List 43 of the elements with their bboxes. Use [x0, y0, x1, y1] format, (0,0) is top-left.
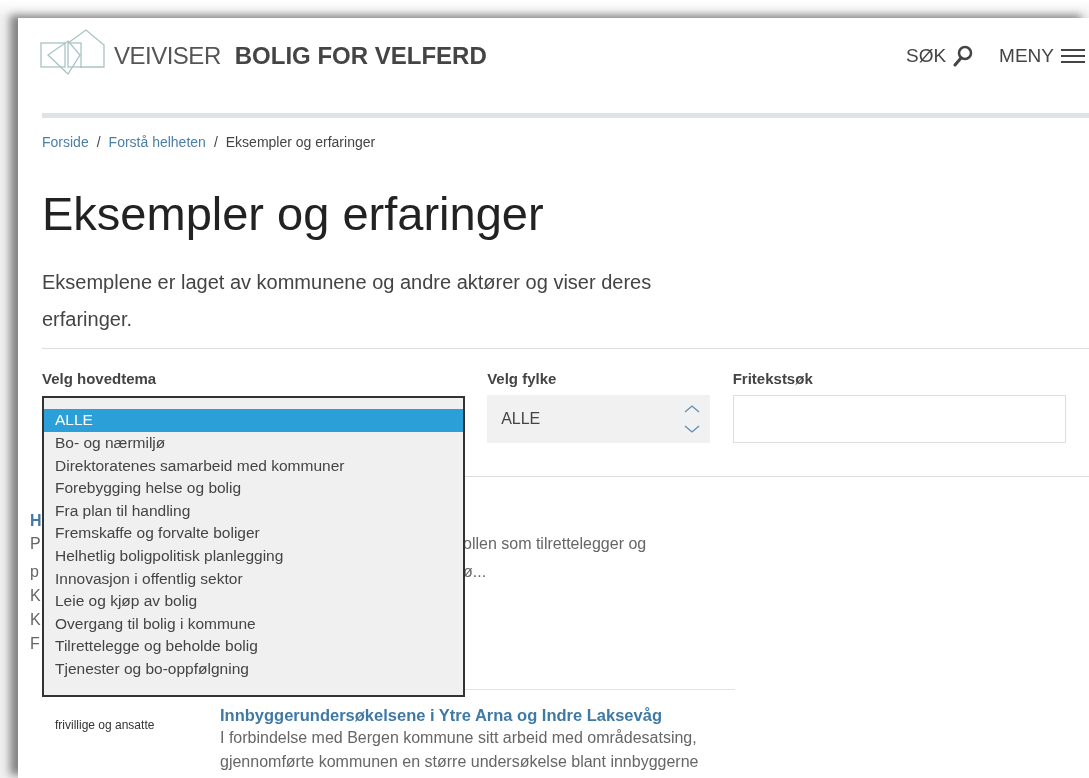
search-icon: [953, 45, 974, 67]
dropdown-option[interactable]: Tjenester og bo-oppfølgning: [44, 657, 463, 681]
result-title-link[interactable]: H: [30, 510, 42, 533]
page-title: Eksempler og erfaringer: [42, 186, 545, 242]
search-button[interactable]: SØK: [905, 45, 974, 67]
menu-icon: [1061, 48, 1085, 64]
dropdown-option[interactable]: Tilrettelegge og beholde bolig: [44, 635, 463, 658]
filter-label: Fritekstsøk: [732, 370, 814, 390]
site-title: BOLIG FOR VELFERD: [234, 42, 487, 70]
dropdown-option[interactable]: Bo- og nærmiljø: [44, 432, 463, 455]
site-name: VEIVISER: [114, 42, 221, 70]
result-text: F: [30, 635, 40, 653]
breadcrumb-link[interactable]: Forside: [42, 134, 89, 150]
filter-label: Velg hovedtema: [42, 370, 158, 390]
up-down-chevron-icon: [683, 404, 700, 435]
dropdown-option[interactable]: Overgang til bolig i kommune: [44, 612, 463, 636]
county-select[interactable]: ALLE: [487, 395, 710, 444]
filter-label: Velg fylke: [487, 370, 558, 390]
menu-button[interactable]: MENY: [999, 45, 1085, 67]
intro-text: Eksemplene er laget av kommunene og andre aktører og viser deres erfaringer.: [42, 270, 653, 333]
result-text: p: [30, 563, 39, 581]
breadcrumb-current: Eksempler og erfaringer: [225, 134, 376, 150]
dropdown-option[interactable]: Fra plan til handling: [44, 499, 463, 523]
image-caption: frivillige og ansatte: [54, 717, 156, 733]
breadcrumb-separator: /: [213, 134, 218, 150]
result-text: ollen som tilrettelegger og: [463, 534, 647, 555]
search-field[interactable]: [732, 395, 1066, 444]
dropdown-option[interactable]: Innovasjon i offentlig sektor: [44, 567, 463, 591]
breadcrumb-separator: /: [96, 134, 101, 150]
result-text: gjennomførte kommunen en større undersøkelse blant innbyggerne: [220, 752, 699, 773]
dropdown-option[interactable]: Leie og kjøp av bolig: [44, 590, 463, 613]
breadcrumb-link[interactable]: Forstå helheten: [108, 134, 206, 150]
dropdown-option[interactable]: Helhetlig boligpolitisk planlegging: [44, 544, 463, 568]
result-title-link[interactable]: Innbyggerundersøkelsene i Ytre Arna og Indre Laksevåg: [220, 704, 662, 727]
result-text: I forbindelse med Bergen kommune sitt arbeid med områdesatsing,: [220, 728, 697, 749]
result-text: K: [30, 611, 41, 629]
dropdown-option[interactable]: Forebygging helse og bolig: [44, 477, 463, 500]
logo-icon: [40, 29, 106, 75]
topic-dropdown-list[interactable]: [42, 396, 465, 697]
dropdown-option[interactable]: Fremskaffe og forvalte boliger: [44, 522, 463, 545]
result-text: P: [30, 535, 41, 553]
result-text: K: [30, 587, 41, 605]
dropdown-option[interactable]: Direktoratenes samarbeid med kommuner: [44, 454, 463, 478]
